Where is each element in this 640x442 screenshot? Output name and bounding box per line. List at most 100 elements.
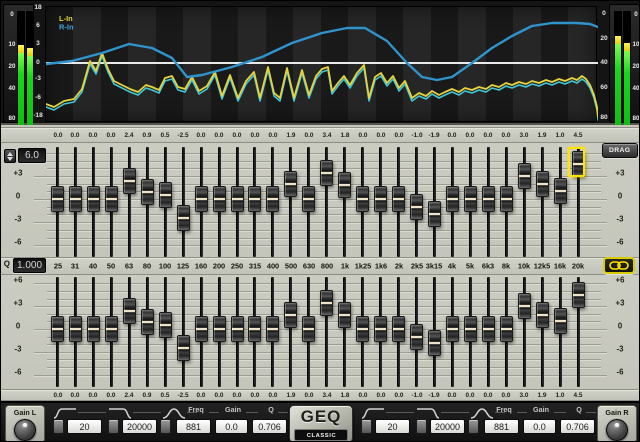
band-63-slider-bottom[interactable]: [123, 298, 136, 324]
bell-q-box[interactable]: 0.706: [252, 419, 287, 434]
gain-l-label: Gain L: [11, 409, 38, 417]
band-gain-readout: 0.0: [84, 132, 102, 139]
filter-controls-left: 2020000Freq881Gain0.0Q0.706: [49, 403, 293, 442]
band-200-slider-top[interactable]: [213, 186, 226, 212]
band-1k6-slider-bottom[interactable]: [374, 316, 387, 342]
band-630-slider-top[interactable]: [302, 186, 315, 212]
band-4k-slider-top[interactable]: [446, 186, 459, 212]
meter-scale-label: 0: [627, 11, 640, 18]
band-25-slider-bottom[interactable]: [51, 316, 64, 342]
lpf-enable-button[interactable]: [416, 419, 427, 434]
band-16k-slider-bottom[interactable]: [554, 308, 567, 334]
range-value-box[interactable]: 6.0: [18, 148, 46, 163]
hpf-frequency-box[interactable]: 20: [67, 419, 102, 434]
band-100-slider-top[interactable]: [159, 182, 172, 208]
band-25-slider-top[interactable]: [51, 186, 64, 212]
band-20k-slider-bottom[interactable]: [572, 282, 585, 308]
band-gain-readout: 3.0: [515, 132, 533, 139]
band-1k6-slider-top[interactable]: [374, 186, 387, 212]
legend-l-in: L-In: [59, 15, 74, 23]
band-4k-slider-bottom[interactable]: [446, 316, 459, 342]
row-scale-label: 0: [9, 322, 26, 331]
band-gain-readout: 0.0: [390, 132, 408, 139]
bell-frequency-box[interactable]: 881: [484, 419, 519, 434]
link-l-r-button[interactable]: [603, 257, 635, 274]
band-63-slider-top[interactable]: [123, 168, 136, 194]
connector-line: [278, 412, 288, 413]
band-31-slider-bottom[interactable]: [69, 316, 82, 342]
band-16k-slider-top[interactable]: [554, 178, 567, 204]
band-1k-slider-bottom[interactable]: [338, 302, 351, 328]
band-50-slider-bottom[interactable]: [105, 316, 118, 342]
band-8k-slider-bottom[interactable]: [500, 316, 513, 342]
band-6k3-slider-top[interactable]: [482, 186, 495, 212]
connector-line: [246, 412, 258, 413]
lpf-frequency-box[interactable]: 20000: [430, 419, 465, 434]
band-12k5-slider-bottom[interactable]: [536, 302, 549, 328]
bell-gain-box[interactable]: 0.0: [523, 419, 556, 434]
band-5k-slider-top[interactable]: [464, 186, 477, 212]
band-160-slider-bottom[interactable]: [195, 316, 208, 342]
hpf-enable-button[interactable]: [53, 419, 64, 434]
hpf-frequency-box[interactable]: 20: [375, 419, 410, 434]
band-5k-slider-bottom[interactable]: [464, 316, 477, 342]
band-2k5-slider-bottom[interactable]: [410, 324, 423, 350]
band-3k15-slider-top[interactable]: [428, 201, 441, 227]
band-160-slider-top[interactable]: [195, 186, 208, 212]
band-1k25-slider-bottom[interactable]: [356, 316, 369, 342]
band-1k-slider-top[interactable]: [338, 172, 351, 198]
gain-r-knob[interactable]: [606, 419, 628, 441]
band-80-slider-top[interactable]: [141, 179, 154, 205]
meter-scale-label: 80: [627, 115, 640, 122]
range-stepper[interactable]: [4, 149, 16, 163]
bell-q-box[interactable]: 0.706: [560, 419, 595, 434]
bell-frequency-box[interactable]: 881: [176, 419, 211, 434]
band-400-slider-bottom[interactable]: [266, 316, 279, 342]
band-gain-readout: -2.5: [174, 132, 192, 139]
band-6k3-slider-bottom[interactable]: [482, 316, 495, 342]
band-40-slider-top[interactable]: [87, 186, 100, 212]
band-gain-readout: 0.0: [102, 132, 120, 139]
band-100-slider-bottom[interactable]: [159, 312, 172, 338]
connector-line: [586, 412, 596, 413]
band-400-slider-top[interactable]: [266, 186, 279, 212]
band-500-slider-top[interactable]: [284, 171, 297, 197]
band-800-slider-bottom[interactable]: [320, 290, 333, 316]
band-250-slider-bottom[interactable]: [231, 316, 244, 342]
band-125-slider-bottom[interactable]: [177, 335, 190, 361]
q-value-box[interactable]: 1.000: [13, 258, 46, 273]
band-80-slider-bottom[interactable]: [141, 309, 154, 335]
band-500-slider-bottom[interactable]: [284, 302, 297, 328]
bell-enable-button[interactable]: [160, 419, 171, 434]
lpf-frequency-box[interactable]: 20000: [122, 419, 157, 434]
band-8k-slider-top[interactable]: [500, 186, 513, 212]
bell-gain-box[interactable]: 0.0: [215, 419, 248, 434]
band-250-slider-top[interactable]: [231, 186, 244, 212]
row-scale-label: -6: [611, 368, 628, 377]
band-40-slider-bottom[interactable]: [87, 316, 100, 342]
band-2k5-slider-top[interactable]: [410, 194, 423, 220]
band-315-slider-bottom[interactable]: [248, 316, 261, 342]
gain-l-knob[interactable]: [14, 419, 36, 441]
band-10k-slider-top[interactable]: [518, 163, 531, 189]
drag-button[interactable]: DRAG: [602, 143, 638, 158]
band-1k25-slider-top[interactable]: [356, 186, 369, 212]
band-125-slider-top[interactable]: [177, 205, 190, 231]
hpf-enable-button[interactable]: [361, 419, 372, 434]
lpf-enable-button[interactable]: [108, 419, 119, 434]
band-2k-slider-top[interactable]: [392, 186, 405, 212]
band-50-slider-top[interactable]: [105, 186, 118, 212]
band-200-slider-bottom[interactable]: [213, 316, 226, 342]
meter-scale-label: 10: [627, 41, 640, 48]
band-12k5-slider-top[interactable]: [536, 171, 549, 197]
band-10k-slider-bottom[interactable]: [518, 293, 531, 319]
bell-enable-button[interactable]: [468, 419, 479, 434]
band-3k15-slider-bottom[interactable]: [428, 330, 441, 356]
band-31-slider-top[interactable]: [69, 186, 82, 212]
row-scale-label: +6: [611, 277, 628, 286]
band-315-slider-top[interactable]: [248, 186, 261, 212]
band-630-slider-bottom[interactable]: [302, 316, 315, 342]
band-gain-readout: -1.0: [408, 392, 426, 399]
band-2k-slider-bottom[interactable]: [392, 316, 405, 342]
band-800-slider-top[interactable]: [320, 160, 333, 186]
